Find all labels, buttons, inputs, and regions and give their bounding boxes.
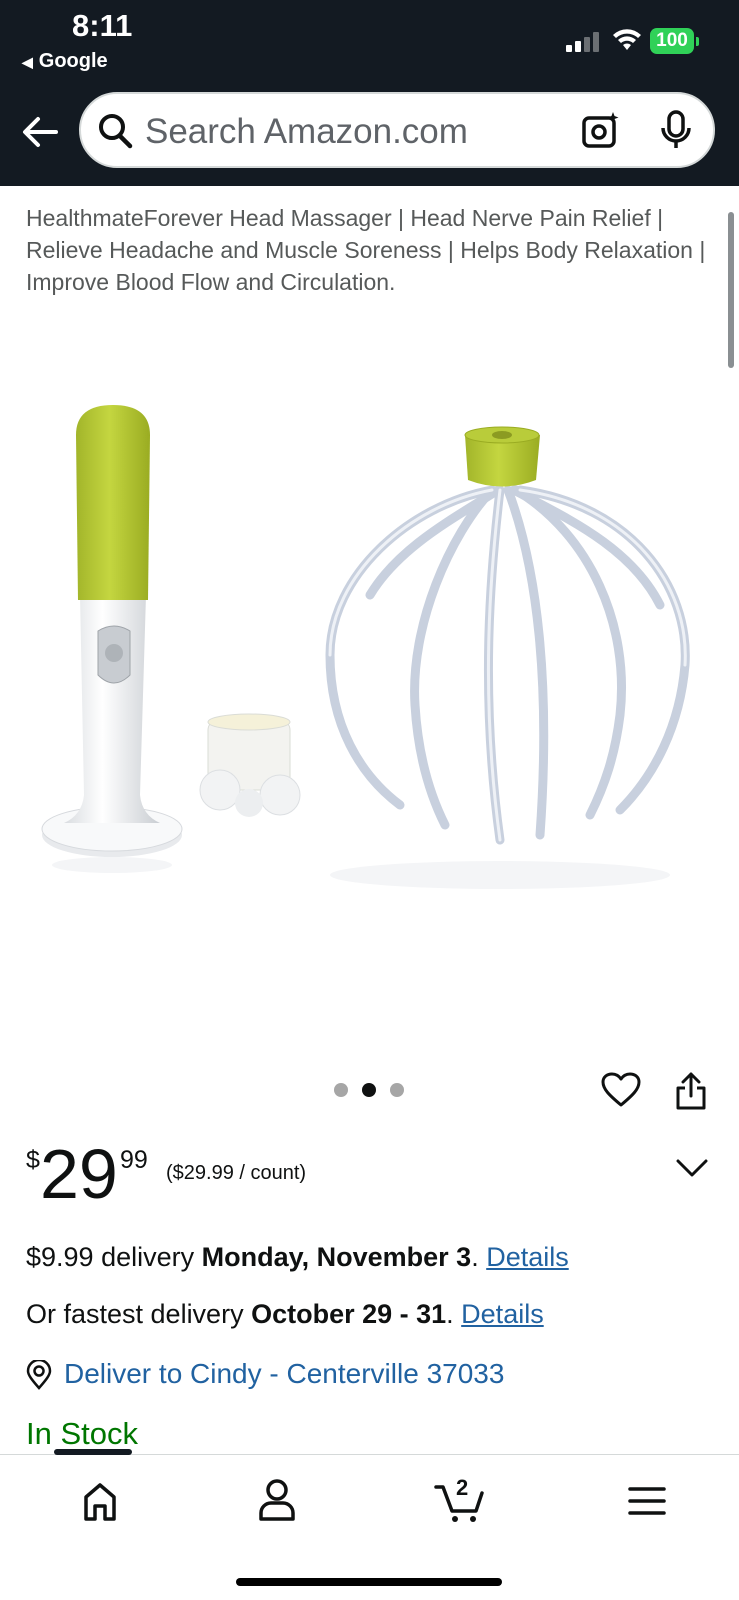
fastest-delivery-prefix: Or fastest delivery: [26, 1299, 252, 1329]
carousel-dot[interactable]: [390, 1083, 404, 1097]
home-icon[interactable]: [70, 1475, 130, 1525]
camera-search-icon[interactable]: [581, 110, 621, 150]
heart-icon[interactable]: [601, 1072, 641, 1108]
stock-status: In Stock: [26, 1416, 138, 1451]
product-image[interactable]: [30, 395, 710, 935]
back-to-app-link[interactable]: ◀ Google: [22, 50, 108, 73]
cart-tab[interactable]: 2: [432, 1475, 492, 1525]
price-currency-symbol: $: [26, 1146, 40, 1174]
active-tab-indicator: [54, 1449, 132, 1455]
status-time: 8:11: [72, 8, 133, 43]
battery-level: 100: [650, 28, 694, 54]
fastest-delivery-date: October 29 - 31: [251, 1299, 447, 1329]
wifi-icon: [613, 29, 641, 50]
carousel-dot[interactable]: [334, 1083, 348, 1097]
delivery-period: .: [471, 1242, 487, 1272]
price-whole: 29: [40, 1135, 118, 1213]
search-bar[interactable]: [79, 92, 715, 168]
search-input[interactable]: [143, 106, 527, 158]
back-arrow-icon[interactable]: [20, 112, 60, 152]
product-title[interactable]: HealthmateForever Head Massager | Head N…: [26, 202, 716, 298]
scrollbar[interactable]: [728, 212, 734, 368]
back-triangle-icon: ◀: [22, 54, 33, 70]
app-header: 8:11 ◀ Google 100: [0, 0, 739, 186]
chevron-down-icon[interactable]: [676, 1158, 708, 1178]
fastest-delivery-period: .: [446, 1299, 462, 1329]
location-pin-icon: [26, 1360, 52, 1390]
battery-icon: 100: [650, 28, 700, 54]
menu-icon[interactable]: [617, 1475, 677, 1525]
account-icon[interactable]: [247, 1475, 307, 1525]
deliver-to-text[interactable]: Deliver to Cindy - Centerville 37033: [64, 1358, 504, 1390]
microphone-icon[interactable]: [659, 110, 693, 152]
delivery-details-link[interactable]: Details: [486, 1242, 569, 1272]
home-indicator[interactable]: [236, 1578, 502, 1586]
delivery-date: Monday, November 3: [201, 1242, 472, 1272]
share-icon[interactable]: [675, 1072, 707, 1110]
cart-count-badge: 2: [456, 1475, 469, 1500]
price-fraction: 99: [120, 1146, 148, 1174]
carousel-dot-active[interactable]: [362, 1083, 376, 1097]
fastest-delivery-line: Or fastest delivery October 29 - 31. Det…: [26, 1299, 544, 1330]
back-app-label: Google: [38, 50, 108, 72]
delivery-line: $9.99 delivery Monday, November 3. Detai…: [26, 1242, 569, 1273]
unit-price: ($29.99 / count): [166, 1162, 307, 1184]
search-icon: [99, 114, 133, 149]
delivery-prefix: $9.99 delivery: [26, 1242, 202, 1272]
cellular-signal-icon: [566, 32, 599, 52]
fastest-delivery-details-link[interactable]: Details: [461, 1299, 544, 1329]
